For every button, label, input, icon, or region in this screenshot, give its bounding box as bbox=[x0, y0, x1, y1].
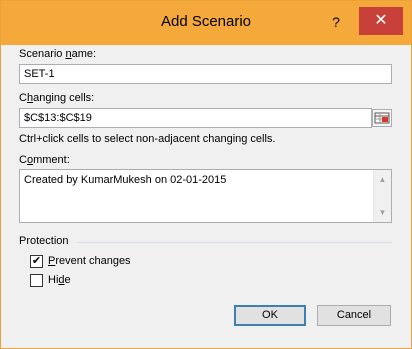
ok-button[interactable]: OK bbox=[234, 305, 306, 326]
close-button[interactable]: ✕ bbox=[359, 7, 403, 35]
scenario-name-input[interactable]: SET-1 bbox=[19, 64, 392, 84]
protection-divider bbox=[77, 242, 392, 243]
title-bar[interactable]: Add Scenario ? ✕ bbox=[1, 1, 411, 45]
scroll-up-arrow-icon[interactable]: ▲ bbox=[374, 171, 391, 188]
close-icon: ✕ bbox=[374, 12, 388, 29]
changing-cells-input[interactable]: $C$13:$C$19 bbox=[19, 108, 372, 128]
checkmark-icon: ✔ bbox=[31, 255, 42, 267]
comment-scrollbar[interactable]: ▲ ▼ bbox=[373, 170, 391, 222]
changing-cells-label: Changing cells: bbox=[19, 92, 95, 104]
prevent-changes-label: Prevent changes bbox=[48, 255, 131, 267]
hide-checkbox[interactable] bbox=[30, 274, 43, 287]
comment-textarea[interactable]: Created by KumarMukesh on 02-01-2015 ▲ ▼ bbox=[19, 169, 392, 223]
scroll-down-arrow-icon[interactable]: ▼ bbox=[374, 204, 391, 221]
scenario-name-label: Scenario name: bbox=[19, 48, 97, 60]
protection-group-label: Protection bbox=[19, 235, 69, 247]
changing-cells-hint: Ctrl+click cells to select non-adjacent … bbox=[19, 133, 276, 145]
comment-label: Comment: bbox=[19, 154, 70, 166]
collapse-dialog-icon bbox=[374, 112, 390, 124]
hide-label: Hide bbox=[48, 274, 71, 286]
collapse-dialog-button[interactable] bbox=[372, 109, 392, 127]
comment-text: Created by KumarMukesh on 02-01-2015 bbox=[24, 174, 227, 186]
dialog-body: Scenario name: SET-1 Changing cells: $C$… bbox=[9, 45, 403, 339]
add-scenario-dialog: Add Scenario ? ✕ Scenario name: SET-1 Ch… bbox=[0, 0, 412, 349]
prevent-changes-checkbox[interactable]: ✔ bbox=[30, 255, 43, 268]
help-button[interactable]: ? bbox=[321, 11, 351, 33]
cancel-button[interactable]: Cancel bbox=[317, 305, 391, 326]
